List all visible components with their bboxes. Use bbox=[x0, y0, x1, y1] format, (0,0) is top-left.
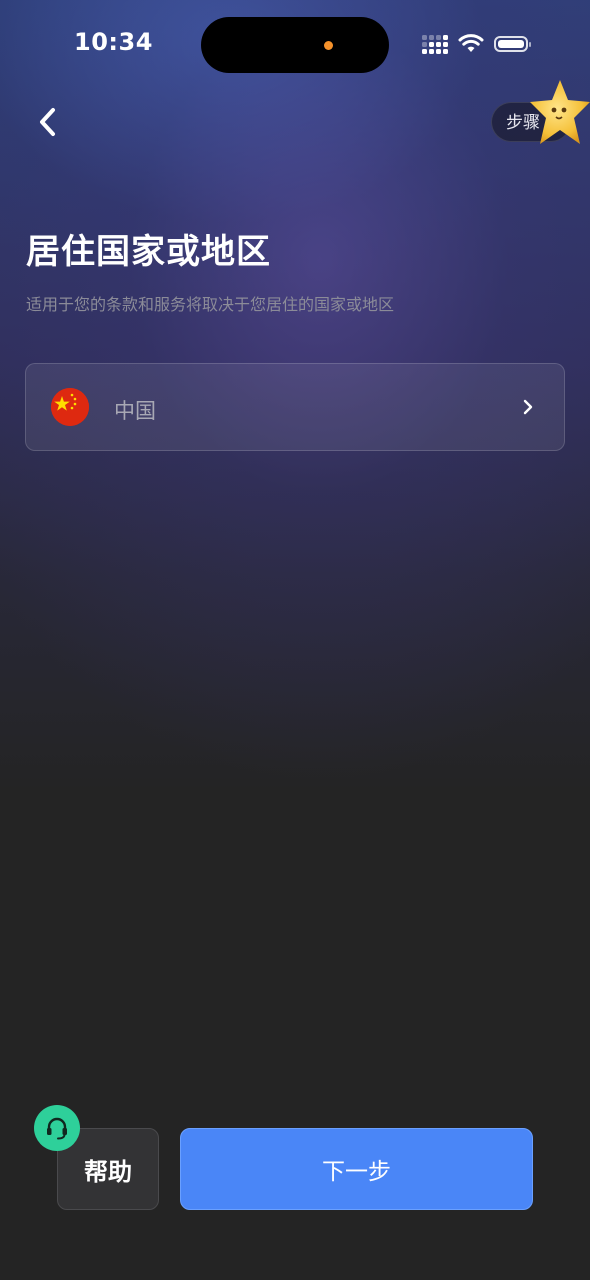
help-label: 帮助 bbox=[84, 1157, 132, 1186]
chevron-right-icon bbox=[523, 399, 533, 415]
background-gradient bbox=[0, 0, 590, 1280]
page-title: 居住国家或地区 bbox=[26, 232, 271, 272]
next-step-button[interactable]: 下一步 bbox=[180, 1128, 533, 1210]
back-button[interactable] bbox=[28, 102, 68, 142]
dynamic-island bbox=[201, 17, 389, 73]
headset-icon[interactable] bbox=[34, 1105, 80, 1151]
selected-country: 中国 bbox=[114, 399, 156, 423]
wifi-icon bbox=[458, 34, 484, 52]
next-step-label: 下一步 bbox=[322, 1159, 391, 1185]
china-flag-icon bbox=[51, 388, 89, 426]
status-icons bbox=[422, 33, 531, 55]
battery-icon bbox=[494, 36, 531, 52]
cellular-signal-icon bbox=[422, 34, 448, 54]
star-mascot-icon bbox=[530, 80, 590, 144]
status-time: 10:34 bbox=[74, 28, 153, 56]
page-subtitle: 适用于您的条款和服务将取决于您居住的国家或地区 bbox=[26, 295, 395, 314]
privacy-indicator-dot bbox=[324, 41, 333, 50]
chevron-left-icon bbox=[40, 108, 55, 136]
country-selector[interactable]: 中国 bbox=[25, 363, 565, 451]
